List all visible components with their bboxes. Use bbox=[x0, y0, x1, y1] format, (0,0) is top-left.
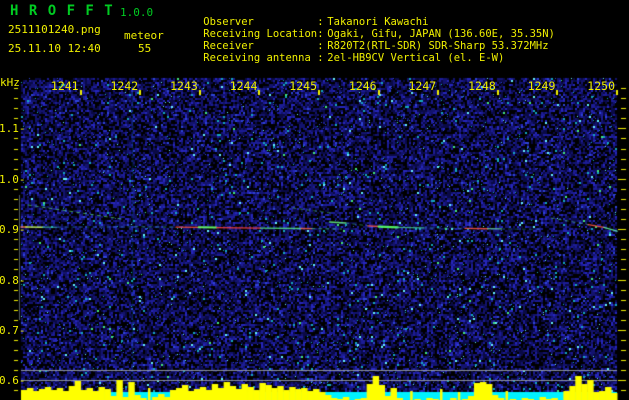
x-tick-label: 1245 bbox=[289, 79, 317, 93]
x-tick-label: 1250 bbox=[587, 79, 615, 93]
info-value: 2el-HB9CV Vertical (el. E-W) bbox=[327, 52, 505, 64]
x-tick-label: 1243 bbox=[170, 79, 198, 93]
x-tick-label: 1242 bbox=[110, 79, 139, 93]
y-tick-label: 0.8- bbox=[0, 273, 26, 287]
y-tick-label: 0.6- bbox=[0, 374, 26, 388]
echo-count: 55 bbox=[138, 42, 152, 55]
app-title: H R O F F T bbox=[10, 3, 114, 19]
y-tick-label: 1.0- bbox=[0, 172, 26, 186]
x-tick-label: 1248 bbox=[468, 79, 496, 93]
x-tick-label: 1244 bbox=[229, 79, 258, 93]
output-filename: 2511101240.png bbox=[8, 23, 101, 36]
y-tick-label: 0.9- bbox=[0, 223, 26, 237]
y-tick-label: 1.1- bbox=[0, 122, 26, 136]
info-separator: : bbox=[317, 52, 324, 64]
y-axis-unit-label: kHz bbox=[0, 76, 20, 89]
mode-label: meteor bbox=[124, 29, 164, 42]
x-tick-label: 1246 bbox=[348, 79, 377, 93]
datetime-label: 25.11.10 12:40 bbox=[8, 42, 101, 55]
x-tick-label: 1241 bbox=[50, 79, 79, 93]
x-tick-label: 1249 bbox=[527, 79, 556, 93]
info-label: Receiving antenna bbox=[203, 52, 311, 64]
info-row-antenna: Receiving antenna:2el-HB9CV Vertical (el… bbox=[178, 40, 504, 76]
y-tick-label: 0.7- bbox=[0, 323, 26, 337]
x-tick-label: 1247 bbox=[408, 79, 437, 93]
app-version: 1.0.0 bbox=[120, 6, 154, 19]
hrofft-window: H R O F F T 1.0.0 2511101240.png meteor … bbox=[0, 0, 629, 400]
